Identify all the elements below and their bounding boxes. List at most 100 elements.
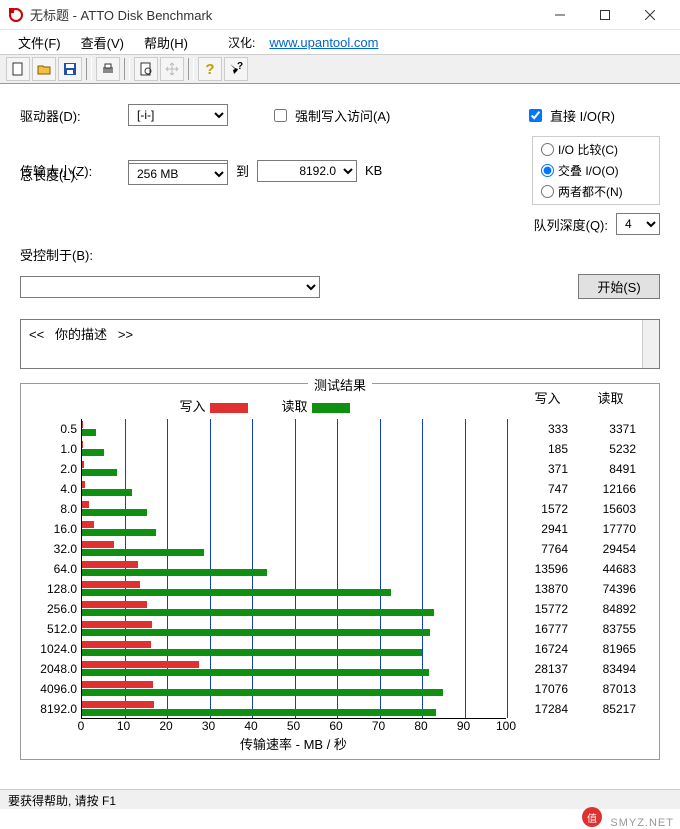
app-icon [8, 7, 24, 23]
write-bar [82, 441, 83, 448]
write-value: 747 [506, 479, 568, 499]
write-bar [82, 521, 94, 528]
chart-x-label: 传输速率 - MB / 秒 [81, 733, 506, 753]
write-value: 28137 [506, 659, 568, 679]
menu-help[interactable]: 帮助(H) [134, 30, 198, 55]
description-box[interactable]: << 你的描述 >> [20, 319, 660, 369]
move-icon[interactable] [160, 57, 184, 81]
write-bar [82, 701, 154, 708]
menu-cn-label: 汉化: [228, 34, 255, 51]
read-bar [82, 629, 430, 636]
write-bar [82, 561, 138, 568]
io-mode-group: I/O 比较(C) 交叠 I/O(O) 两者都不(N) [532, 136, 660, 205]
window-title: 无标题 - ATTO Disk Benchmark [30, 5, 537, 24]
write-value: 371 [506, 459, 568, 479]
y-label: 16.0 [27, 519, 77, 539]
write-value: 17284 [506, 699, 568, 719]
controlled-select[interactable] [20, 276, 320, 298]
menu-cn-link[interactable]: www.upantool.com [269, 35, 378, 50]
open-icon[interactable] [32, 57, 56, 81]
y-label: 4096.0 [27, 679, 77, 699]
read-bar [82, 429, 96, 436]
start-button[interactable]: 开始(S) [578, 274, 660, 299]
io-neither-radio[interactable] [541, 185, 554, 198]
x-tick: 70 [372, 719, 385, 733]
direct-io-checkbox[interactable] [529, 109, 542, 122]
write-value: 13596 [506, 559, 568, 579]
qdepth-select[interactable]: 4 [616, 213, 660, 235]
drive-select[interactable]: [-i-] [128, 104, 228, 126]
io-overlap-radio[interactable] [541, 164, 554, 177]
read-value: 5232 [574, 439, 636, 459]
y-label: 8192.0 [27, 699, 77, 719]
settings-panel: 驱动器(D): [-i-] 强制写入访问(A) 直接 I/O(R) 传输大小(Z… [0, 84, 680, 319]
total-select[interactable]: 256 MB [128, 163, 228, 185]
write-value: 2941 [506, 519, 568, 539]
write-value: 17076 [506, 679, 568, 699]
read-value: 83755 [574, 619, 636, 639]
y-label: 0.5 [27, 419, 77, 439]
read-bar [82, 589, 391, 596]
write-value: 13870 [506, 579, 568, 599]
write-value: 1572 [506, 499, 568, 519]
write-bar [82, 641, 151, 648]
y-label: 64.0 [27, 559, 77, 579]
controlled-label: 受控制于(B): [20, 245, 93, 264]
write-bar [82, 581, 140, 588]
write-bar [82, 461, 84, 468]
io-compare-radio[interactable] [541, 143, 554, 156]
read-bar [82, 569, 267, 576]
print-icon[interactable] [96, 57, 120, 81]
minimize-button[interactable] [537, 0, 582, 30]
read-value: 44683 [574, 559, 636, 579]
write-value: 15772 [506, 599, 568, 619]
write-bar [82, 661, 199, 668]
title-bar: 无标题 - ATTO Disk Benchmark [0, 0, 680, 30]
y-label: 2.0 [27, 459, 77, 479]
value-columns-header: 写入 读取 [506, 388, 642, 417]
direct-io-label: 直接 I/O(R) [550, 106, 660, 125]
y-label: 8.0 [27, 499, 77, 519]
menu-view[interactable]: 查看(V) [71, 30, 134, 55]
read-value: 85217 [574, 699, 636, 719]
xfer-unit: KB [365, 163, 382, 178]
read-bar [82, 489, 132, 496]
read-value: 17770 [574, 519, 636, 539]
preview-icon[interactable] [134, 57, 158, 81]
force-write-checkbox[interactable] [274, 109, 287, 122]
new-icon[interactable] [6, 57, 30, 81]
menu-file[interactable]: 文件(F) [8, 30, 71, 55]
maximize-button[interactable] [582, 0, 627, 30]
read-value: 12166 [574, 479, 636, 499]
read-value: 3371 [574, 419, 636, 439]
read-value: 74396 [574, 579, 636, 599]
write-value: 16777 [506, 619, 568, 639]
save-icon[interactable] [58, 57, 82, 81]
help-icon[interactable]: ? [198, 57, 222, 81]
legend-write-swatch [210, 403, 248, 413]
xfer-to-select[interactable]: 8192.0 [257, 160, 357, 182]
read-value: 83494 [574, 659, 636, 679]
x-tick: 90 [457, 719, 470, 733]
write-bar [82, 601, 147, 608]
write-value: 16724 [506, 639, 568, 659]
svg-text:?: ? [237, 62, 243, 72]
x-tick: 50 [287, 719, 300, 733]
write-value: 333 [506, 419, 568, 439]
read-value: 81965 [574, 639, 636, 659]
x-tick: 60 [329, 719, 342, 733]
x-tick: 100 [496, 719, 516, 733]
x-tick: 80 [414, 719, 427, 733]
toolbar: ? ? [0, 54, 680, 84]
force-write-label: 强制写入访问(A) [295, 106, 390, 125]
y-label: 256.0 [27, 599, 77, 619]
chart-title: 测试结果 [308, 375, 372, 394]
watermark-text: SMYZ.NET [610, 817, 674, 829]
close-button[interactable] [627, 0, 672, 30]
context-help-icon[interactable]: ? [224, 57, 248, 81]
read-bar [82, 509, 147, 516]
scrollbar[interactable] [642, 320, 659, 368]
x-tick: 10 [117, 719, 130, 733]
drive-label: 驱动器(D): [20, 106, 120, 125]
write-value: 185 [506, 439, 568, 459]
